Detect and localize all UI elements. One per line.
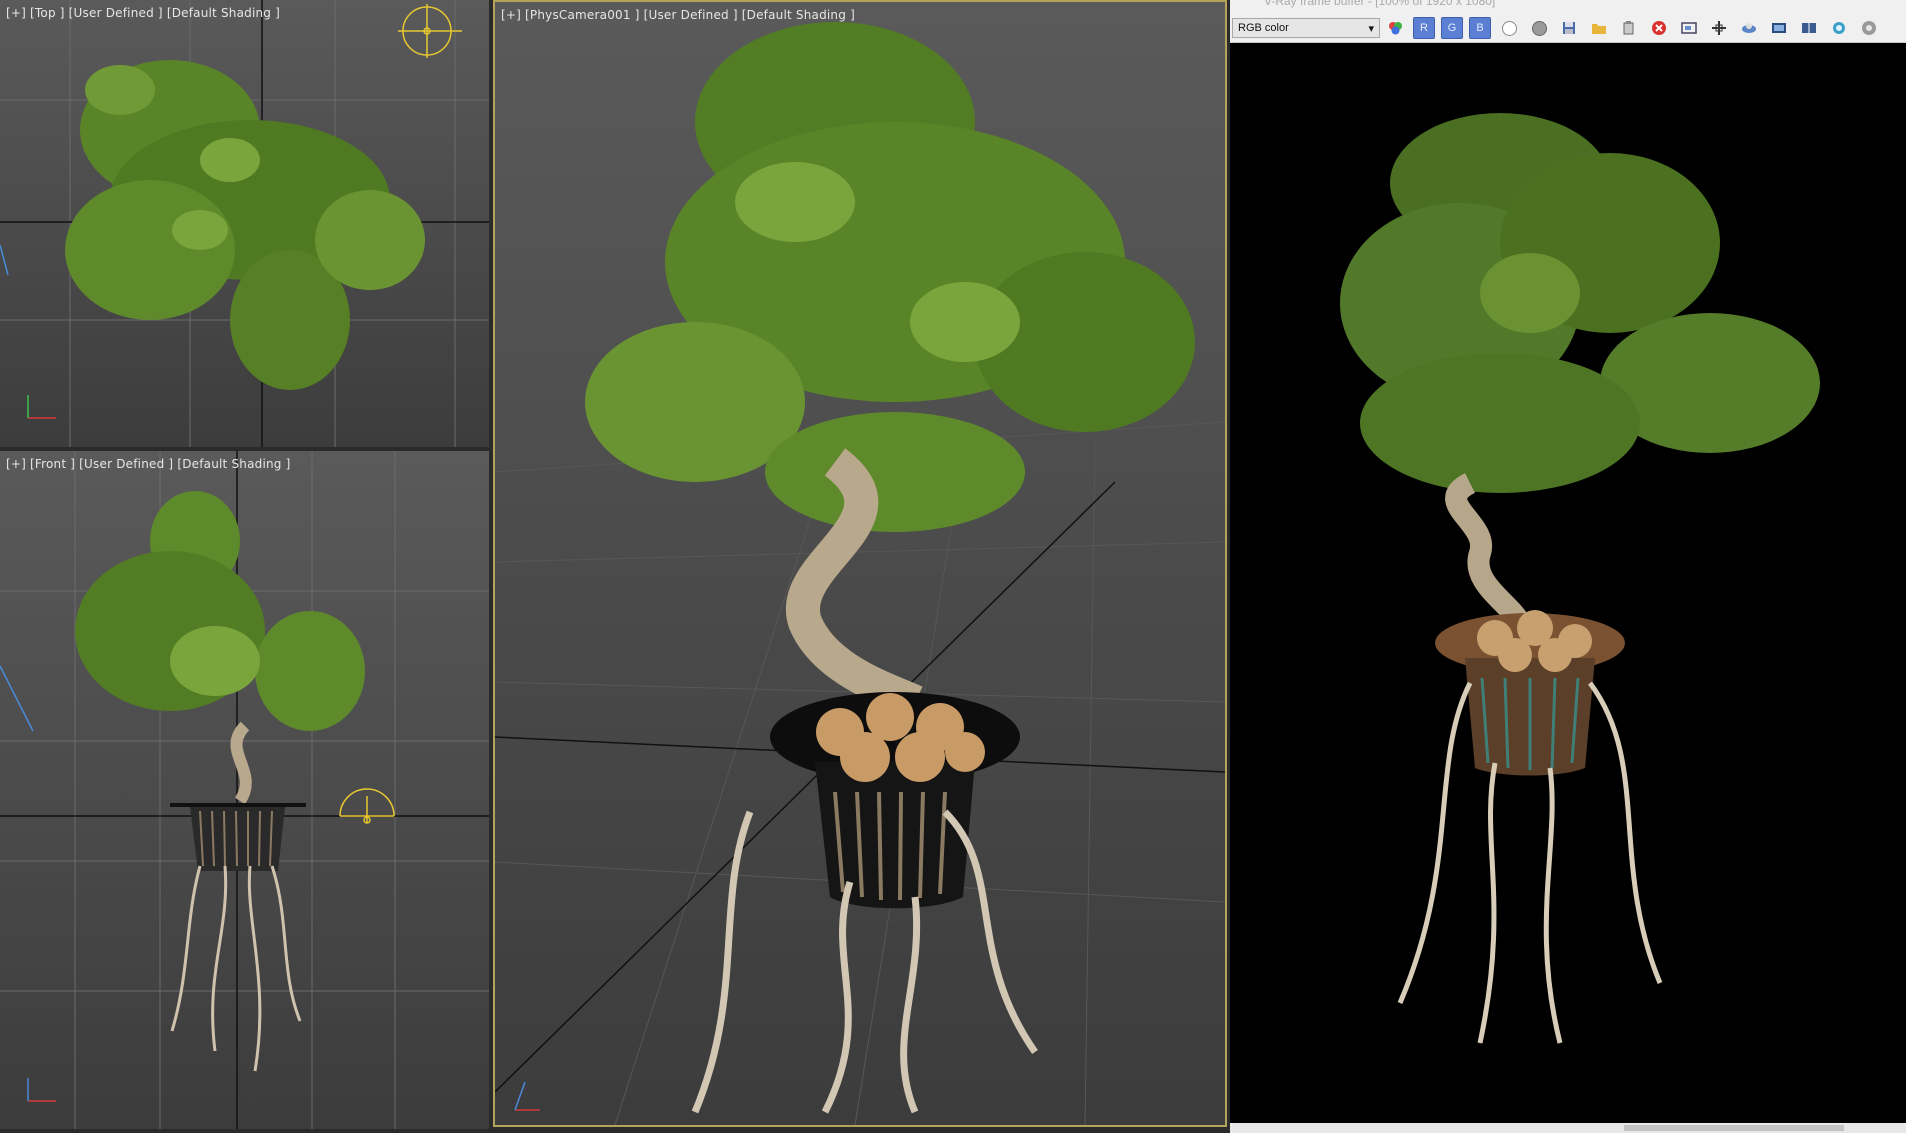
axis-gizmo-icon bbox=[514, 1081, 540, 1111]
red-channel-button[interactable]: R bbox=[1413, 17, 1435, 39]
lens-icon[interactable] bbox=[1767, 16, 1791, 40]
lut-icon[interactable] bbox=[1827, 16, 1851, 40]
track-icon[interactable] bbox=[1707, 16, 1731, 40]
channel-select-value: RGB color bbox=[1238, 22, 1289, 34]
net-pot-camera bbox=[770, 692, 1020, 909]
vfb-toolbar: RGB color ▾ R G B bbox=[1230, 14, 1906, 43]
camera-view-scene bbox=[495, 22, 1225, 1125]
viewport-front[interactable]: [+] [Front ] [User Defined ] [Default Sh… bbox=[0, 451, 493, 1129]
channel-select[interactable]: RGB color ▾ bbox=[1232, 18, 1380, 38]
viewport-label[interactable]: [+] [Front ] [User Defined ] [Default Sh… bbox=[6, 457, 291, 471]
camera-crosshair-icon[interactable] bbox=[398, 4, 462, 58]
blue-channel-button[interactable]: B bbox=[1469, 17, 1491, 39]
light-gizmo-icon[interactable] bbox=[339, 788, 395, 824]
top-view-scene bbox=[0, 0, 489, 447]
mono-white-icon[interactable] bbox=[1497, 16, 1521, 40]
mono-grey-icon[interactable] bbox=[1527, 16, 1551, 40]
vfb-title: V-Ray frame buffer - [100% of 1920 x 108… bbox=[1264, 0, 1496, 8]
viewport-label[interactable]: [+] [PhysCamera001 ] [User Defined ] [De… bbox=[501, 8, 855, 22]
scrollbar-thumb[interactable] bbox=[1624, 1125, 1844, 1131]
render-icon[interactable] bbox=[1737, 16, 1761, 40]
open-icon[interactable] bbox=[1587, 16, 1611, 40]
viewport-label[interactable]: [+] [Top ] [User Defined ] [Default Shad… bbox=[6, 6, 280, 20]
clear-icon[interactable] bbox=[1647, 16, 1671, 40]
front-view-scene bbox=[0, 451, 489, 1129]
compare-icon[interactable] bbox=[1797, 16, 1821, 40]
axis-gizmo-icon bbox=[27, 1078, 56, 1102]
green-channel-button[interactable]: G bbox=[1441, 17, 1463, 39]
canopy-front bbox=[75, 491, 365, 731]
vfb-titlebar[interactable]: V-Ray frame buffer - [100% of 1920 x 108… bbox=[1230, 0, 1906, 14]
clone-icon[interactable] bbox=[1617, 16, 1641, 40]
region-icon[interactable] bbox=[1677, 16, 1701, 40]
canopy-render bbox=[1340, 113, 1820, 493]
horizontal-scrollbar[interactable] bbox=[1230, 1123, 1906, 1133]
roots-front bbox=[170, 865, 302, 1072]
canopy-top bbox=[65, 60, 425, 390]
viewport-top[interactable]: [+] [Top ] [User Defined ] [Default Shad… bbox=[0, 0, 493, 451]
canopy-camera bbox=[585, 22, 1195, 532]
vray-frame-buffer: V-Ray frame buffer - [100% of 1920 x 108… bbox=[1230, 0, 1906, 1133]
color-correction-icon[interactable] bbox=[1383, 16, 1407, 40]
viewport-camera[interactable]: [+] [PhysCamera001 ] [User Defined ] [De… bbox=[493, 0, 1227, 1127]
axis-gizmo-icon bbox=[27, 395, 56, 419]
render-image[interactable] bbox=[1230, 43, 1906, 1123]
chevron-down-icon: ▾ bbox=[1368, 22, 1374, 35]
settings-icon[interactable] bbox=[1857, 16, 1881, 40]
save-icon[interactable] bbox=[1557, 16, 1581, 40]
